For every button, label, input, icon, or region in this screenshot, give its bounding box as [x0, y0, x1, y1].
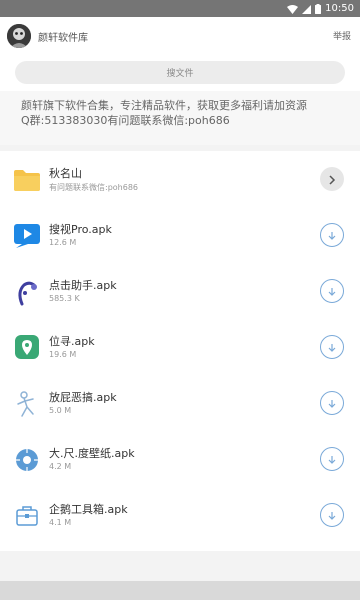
file-row[interactable]: 点击助手.apk 585.3 K [0, 263, 360, 319]
battery-icon [315, 0, 322, 18]
status-bar: 10:50 [0, 0, 360, 17]
download-arrow-icon [327, 394, 337, 413]
location-pin-icon [12, 333, 42, 363]
folder-icon [12, 165, 42, 195]
file-row[interactable]: 大.尺.度壁纸.apk 4.2 M [0, 431, 360, 487]
bottom-bar [0, 581, 360, 600]
file-row[interactable]: 位寻.apk 19.6 M [0, 319, 360, 375]
download-button[interactable] [320, 391, 344, 415]
notice-line-2: Q群:513383030有问题联系微信:poh686 [21, 114, 230, 127]
file-name: 位寻.apk [49, 335, 95, 348]
search-placeholder: 搜文件 [166, 69, 194, 79]
download-arrow-icon [327, 450, 337, 469]
file-size: 19.6 M [49, 350, 77, 359]
file-row[interactable]: 企鹅工具箱.apk 4.1 M [0, 487, 360, 543]
file-size: 5.0 M [49, 406, 72, 415]
report-button[interactable]: 举报 [333, 29, 351, 42]
wifi-icon [287, 0, 299, 18]
chevron-right-icon [328, 170, 336, 189]
file-row[interactable]: 搜视Pro.apk 12.6 M [0, 207, 360, 263]
status-icons: 10:50 [287, 2, 354, 15]
search-area: 搜文件 [0, 57, 360, 91]
file-size: 4.1 M [49, 518, 72, 527]
file-size: 4.2 M [49, 462, 72, 471]
download-arrow-icon [327, 226, 337, 245]
open-folder-button[interactable] [320, 167, 344, 191]
avatar-image-icon [7, 24, 31, 48]
download-button[interactable] [320, 335, 344, 359]
folder-row[interactable]: 秋名山 有问题联系微信:poh686 [0, 151, 360, 207]
list-footer-space [0, 551, 360, 581]
toolbox-icon [12, 501, 42, 531]
file-list: 秋名山 有问题联系微信:poh686 搜视Pro.apk 12.6 M 点击助手… [0, 151, 360, 551]
video-player-icon [12, 221, 42, 251]
folder-name: 秋名山 [49, 167, 82, 180]
avatar[interactable] [7, 24, 31, 48]
download-button[interactable] [320, 279, 344, 303]
file-size: 585.3 K [49, 294, 80, 303]
file-name: 大.尺.度壁纸.apk [49, 447, 135, 460]
file-name: 企鹅工具箱.apk [49, 503, 128, 516]
prank-figure-icon [12, 389, 42, 419]
download-button[interactable] [320, 223, 344, 247]
notice-banner: 颜轩旗下软件合集，专注精品软件，获取更多福利请加资源 Q群:513383030有… [0, 91, 360, 145]
file-size: 12.6 M [49, 238, 77, 247]
download-button[interactable] [320, 503, 344, 527]
file-name: 搜视Pro.apk [49, 223, 112, 236]
status-time: 10:50 [325, 3, 354, 14]
download-arrow-icon [327, 338, 337, 357]
wallpaper-flower-icon [12, 445, 42, 475]
click-assistant-icon [12, 277, 42, 307]
file-row[interactable]: 放屁恶搞.apk 5.0 M [0, 375, 360, 431]
search-input[interactable]: 搜文件 [15, 61, 345, 84]
folder-note: 有问题联系微信:poh686 [49, 183, 139, 192]
download-arrow-icon [327, 282, 337, 301]
page-title: 颜轩软件库 [38, 33, 88, 44]
download-arrow-icon [327, 506, 337, 525]
file-name: 点击助手.apk [49, 279, 117, 292]
notice-line-1: 颜轩旗下软件合集，专注精品软件，获取更多福利请加资源 [21, 99, 307, 112]
app-header: 颜轩软件库 举报 [0, 17, 360, 57]
file-name: 放屁恶搞.apk [49, 391, 117, 404]
download-button[interactable] [320, 447, 344, 471]
signal-icon [302, 0, 312, 18]
